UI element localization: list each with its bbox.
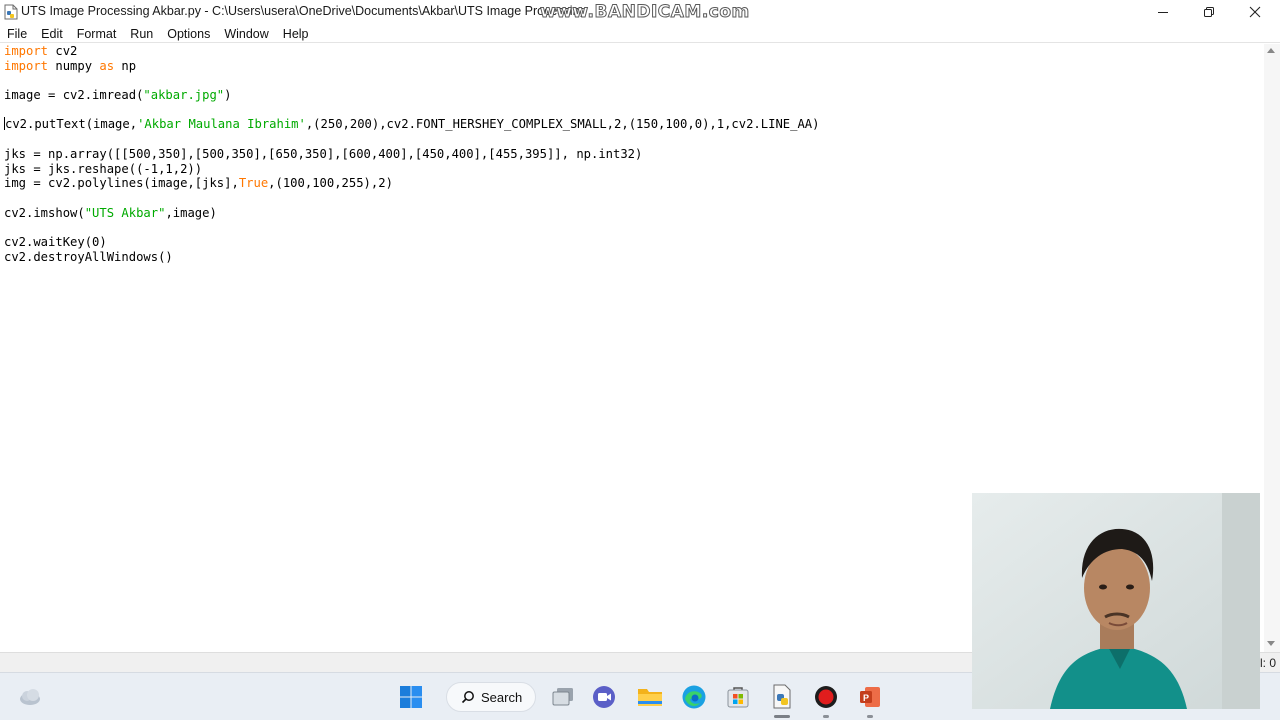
code-keyword: as bbox=[99, 58, 115, 73]
search-label: Search bbox=[481, 689, 523, 705]
code-string: "akbar.jpg" bbox=[143, 88, 225, 103]
taskbar-search-box[interactable]: Search bbox=[446, 682, 536, 712]
code-keyword: True bbox=[238, 176, 269, 191]
code-token: ,(100,100,255),2) bbox=[268, 176, 393, 191]
code-line[interactable]: import numpy as np bbox=[4, 59, 819, 74]
code-line[interactable]: image = cv2.imread("akbar.jpg") bbox=[4, 88, 819, 103]
code-line[interactable]: cv2.waitKey(0) bbox=[4, 235, 819, 250]
code-token: img = cv2.polylines(image,[jks], bbox=[4, 176, 239, 191]
scroll-down-icon[interactable] bbox=[1267, 641, 1275, 646]
code-keyword: import bbox=[4, 44, 49, 58]
webcam-overlay bbox=[972, 493, 1260, 709]
code-line[interactable]: import cv2 bbox=[4, 44, 819, 59]
code-token: image = cv2.imread( bbox=[4, 88, 144, 103]
menu-format[interactable]: Format bbox=[70, 24, 124, 42]
menu-file[interactable]: File bbox=[0, 24, 34, 42]
code-token: np bbox=[114, 58, 137, 73]
bandicam-record-icon[interactable] bbox=[812, 683, 840, 711]
code-token: ,image) bbox=[165, 205, 217, 220]
code-line[interactable]: jks = jks.reshape((-1,1,2)) bbox=[4, 162, 819, 177]
running-app-indicator bbox=[823, 715, 829, 718]
code-token: cv2.putText(image, bbox=[5, 117, 138, 132]
close-button[interactable] bbox=[1232, 0, 1278, 24]
menu-window[interactable]: Window bbox=[217, 24, 275, 42]
code-line[interactable]: jks = np.array([[500,350],[500,350],[650… bbox=[4, 147, 819, 162]
scroll-up-icon[interactable] bbox=[1267, 48, 1275, 53]
menu-run[interactable]: Run bbox=[123, 24, 160, 42]
edge-icon[interactable] bbox=[680, 683, 708, 711]
code-line[interactable] bbox=[4, 73, 819, 88]
minimize-icon bbox=[1158, 12, 1168, 13]
code-string: 'Akbar Maulana Ibrahim' bbox=[137, 117, 306, 132]
code-line[interactable] bbox=[4, 132, 819, 147]
code-token: ,(250,200),cv2.FONT_HERSHEY_COMPLEX_SMAL… bbox=[305, 117, 820, 132]
code-token: jks = np.array([[500,350],[500,350],[650… bbox=[4, 146, 643, 161]
code-token: jks = jks.reshape((-1,1,2)) bbox=[4, 161, 203, 176]
code-line[interactable]: cv2.imshow("UTS Akbar",image) bbox=[4, 206, 819, 221]
store-icon[interactable] bbox=[724, 683, 752, 711]
code-line[interactable]: cv2.destroyAllWindows() bbox=[4, 250, 819, 265]
close-icon bbox=[1249, 6, 1261, 18]
menu-bar: File Edit Format Run Options Window Help bbox=[0, 24, 1280, 43]
meet-icon[interactable] bbox=[591, 683, 619, 711]
minimize-button[interactable] bbox=[1140, 0, 1186, 24]
code-token: numpy bbox=[48, 58, 100, 73]
search-icon bbox=[461, 691, 474, 704]
code-token: ) bbox=[224, 88, 232, 103]
code-keyword: import bbox=[4, 58, 49, 73]
title-bar: UTS Image Processing Akbar.py - C:\Users… bbox=[0, 0, 1280, 24]
cursor-position: l: 0 bbox=[1259, 656, 1276, 670]
python-idle-icon[interactable] bbox=[768, 683, 796, 711]
code-line[interactable] bbox=[4, 191, 819, 206]
window-title: UTS Image Processing Akbar.py - C:\Users… bbox=[21, 4, 587, 18]
powerpoint-icon[interactable]: P bbox=[856, 683, 884, 711]
code-line[interactable]: cv2.putText(image,'Akbar Maulana Ibrahim… bbox=[4, 117, 819, 132]
code-token: cv2.imshow( bbox=[4, 205, 85, 220]
task-view-icon[interactable] bbox=[549, 683, 577, 711]
code-token: cv2.destroyAllWindows() bbox=[4, 249, 173, 264]
running-app-indicator bbox=[867, 715, 873, 718]
weather-icon[interactable] bbox=[16, 683, 44, 711]
recorder-watermark: www.BANDICAM.com bbox=[540, 2, 750, 23]
menu-help[interactable]: Help bbox=[276, 24, 316, 42]
code-token: cv2.waitKey(0) bbox=[4, 234, 107, 249]
active-app-indicator bbox=[774, 715, 790, 718]
vertical-scrollbar[interactable] bbox=[1264, 44, 1280, 652]
restore-button[interactable] bbox=[1186, 0, 1232, 24]
code-string: "UTS Akbar" bbox=[84, 205, 166, 220]
code-line[interactable] bbox=[4, 220, 819, 235]
menu-options[interactable]: Options bbox=[160, 24, 217, 42]
restore-icon bbox=[1204, 7, 1214, 17]
code-token: cv2 bbox=[48, 44, 78, 58]
start-icon[interactable] bbox=[397, 683, 425, 711]
file-explorer-icon[interactable] bbox=[636, 683, 664, 711]
code-text[interactable]: import cv2 import numpy as np image = cv2.… bbox=[4, 44, 819, 264]
svg-text:P: P bbox=[863, 693, 869, 703]
menu-edit[interactable]: Edit bbox=[34, 24, 70, 42]
code-line[interactable]: img = cv2.polylines(image,[jks],True,(10… bbox=[4, 176, 819, 191]
python-file-icon bbox=[4, 4, 18, 20]
code-line[interactable] bbox=[4, 103, 819, 118]
